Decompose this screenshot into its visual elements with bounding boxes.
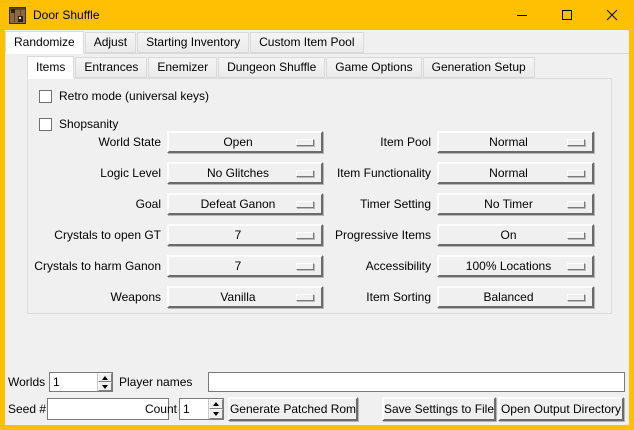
spin-down-button[interactable] bbox=[98, 382, 112, 391]
item-sorting-label: Item Sorting bbox=[248, 286, 431, 308]
tab-label: Game Options bbox=[335, 60, 412, 74]
spin-down-icon bbox=[102, 385, 108, 389]
menu-indicator-icon bbox=[567, 263, 585, 270]
count-label: Count bbox=[139, 402, 177, 416]
dropdown-value: No Timer bbox=[484, 197, 547, 211]
accessibility-label: Accessibility bbox=[248, 255, 431, 277]
menu-indicator-icon bbox=[567, 139, 585, 146]
item-functionality-label: Item Functionality bbox=[248, 162, 431, 184]
outer-tab-rule bbox=[5, 53, 629, 54]
tab-label: Randomize bbox=[14, 35, 75, 49]
worlds-input[interactable] bbox=[50, 373, 97, 391]
close-icon bbox=[606, 9, 618, 21]
inner-tabbar: Items Entrances Enemizer Dungeon Shuffle… bbox=[27, 56, 536, 78]
progressive-items-dropdown[interactable]: On bbox=[437, 224, 594, 246]
shopsanity-checkbox[interactable] bbox=[39, 118, 52, 131]
spin-up-icon bbox=[102, 376, 108, 380]
tab-label: Starting Inventory bbox=[146, 35, 240, 49]
tab-custom-item-pool[interactable]: Custom Item Pool bbox=[250, 32, 363, 53]
retro-mode-row: Retro mode (universal keys) bbox=[39, 89, 209, 103]
world-state-label: World State bbox=[28, 131, 161, 153]
shopsanity-label: Shopsanity bbox=[59, 118, 118, 131]
tab-label: Entrances bbox=[84, 60, 138, 74]
client-area: Randomize Adjust Starting Inventory Cust… bbox=[5, 30, 629, 425]
logic-level-label: Logic Level bbox=[28, 162, 161, 184]
accessibility-dropdown[interactable]: 100% Locations bbox=[437, 255, 594, 277]
tab-label: Items bbox=[36, 60, 65, 74]
worlds-spinbox[interactable] bbox=[49, 372, 113, 392]
tab-randomize[interactable]: Randomize bbox=[5, 31, 84, 54]
tab-label: Dungeon Shuffle bbox=[227, 60, 316, 74]
generate-patched-rom-button[interactable]: Generate Patched Rom bbox=[228, 397, 358, 421]
item-pool-label: Item Pool bbox=[248, 131, 431, 153]
tab-label: Enemizer bbox=[157, 60, 208, 74]
count-spinbox[interactable] bbox=[179, 398, 224, 420]
menu-indicator-icon bbox=[567, 232, 585, 239]
count-spin-buttons bbox=[208, 399, 223, 419]
tab-entrances[interactable]: Entrances bbox=[75, 57, 147, 78]
player-names-input[interactable] bbox=[208, 372, 625, 392]
button-label: Save Settings to File bbox=[384, 402, 494, 416]
worlds-spin-buttons bbox=[97, 373, 112, 391]
weapons-label: Weapons bbox=[28, 286, 161, 308]
button-label: Generate Patched Rom bbox=[230, 402, 356, 416]
tab-items[interactable]: Items bbox=[27, 56, 74, 79]
menu-indicator-icon bbox=[567, 201, 585, 208]
retro-mode-checkbox[interactable] bbox=[39, 90, 52, 103]
timer-setting-dropdown[interactable]: No Timer bbox=[437, 193, 594, 215]
save-settings-button[interactable]: Save Settings to File bbox=[382, 397, 496, 421]
dropdown-value: Balanced bbox=[483, 290, 547, 304]
tab-adjust[interactable]: Adjust bbox=[85, 32, 136, 53]
item-pool-dropdown[interactable]: Normal bbox=[437, 131, 594, 153]
minimize-icon bbox=[516, 9, 528, 21]
window: Door Shuffle Randomize Adjust Starting I… bbox=[0, 0, 634, 430]
spin-down-icon bbox=[213, 412, 219, 416]
tab-game-options[interactable]: Game Options bbox=[326, 57, 421, 78]
goal-label: Goal bbox=[28, 193, 161, 215]
retro-mode-label: Retro mode (universal keys) bbox=[59, 90, 209, 103]
tab-label: Adjust bbox=[94, 35, 127, 49]
item-sorting-dropdown[interactable]: Balanced bbox=[437, 286, 594, 308]
items-pane: Retro mode (universal keys) Shopsanity W… bbox=[27, 78, 612, 314]
menu-indicator-icon bbox=[567, 170, 585, 177]
spin-up-button[interactable] bbox=[209, 399, 223, 409]
shopsanity-row: Shopsanity bbox=[39, 117, 118, 131]
tab-dungeon-shuffle[interactable]: Dungeon Shuffle bbox=[218, 57, 325, 78]
maximize-icon bbox=[561, 9, 573, 21]
window-title: Door Shuffle bbox=[33, 8, 100, 22]
door-icon bbox=[9, 7, 26, 24]
button-label: Open Output Directory bbox=[501, 402, 621, 416]
tab-enemizer[interactable]: Enemizer bbox=[148, 57, 217, 78]
titlebar: Door Shuffle bbox=[0, 0, 634, 30]
menu-indicator-icon bbox=[567, 294, 585, 301]
crystals-harm-ganon-label: Crystals to harm Ganon bbox=[28, 255, 161, 277]
maximize-button[interactable] bbox=[544, 0, 589, 30]
tab-starting-inventory[interactable]: Starting Inventory bbox=[137, 32, 249, 53]
spin-down-button[interactable] bbox=[209, 409, 223, 419]
close-button[interactable] bbox=[589, 0, 634, 30]
dropdown-value: Normal bbox=[489, 135, 542, 149]
tab-generation-setup[interactable]: Generation Setup bbox=[423, 57, 535, 78]
item-functionality-dropdown[interactable]: Normal bbox=[437, 162, 594, 184]
spin-up-button[interactable] bbox=[98, 373, 112, 382]
spin-up-icon bbox=[213, 402, 219, 406]
dropdown-value: 100% Locations bbox=[466, 259, 565, 273]
tab-label: Generation Setup bbox=[432, 60, 526, 74]
dropdown-value: On bbox=[500, 228, 530, 242]
dropdown-value: Normal bbox=[489, 166, 542, 180]
crystals-open-gt-label: Crystals to open GT bbox=[28, 224, 161, 246]
tab-label: Custom Item Pool bbox=[259, 35, 354, 49]
progressive-items-label: Progressive Items bbox=[248, 224, 431, 246]
open-output-directory-button[interactable]: Open Output Directory bbox=[498, 397, 624, 421]
count-input[interactable] bbox=[180, 399, 208, 419]
worlds-label: Worlds bbox=[8, 375, 45, 389]
timer-setting-label: Timer Setting bbox=[248, 193, 431, 215]
player-names-label: Player names bbox=[119, 375, 192, 389]
outer-tabbar: Randomize Adjust Starting Inventory Cust… bbox=[5, 31, 365, 53]
minimize-button[interactable] bbox=[499, 0, 544, 30]
seed-label: Seed # bbox=[8, 402, 46, 416]
